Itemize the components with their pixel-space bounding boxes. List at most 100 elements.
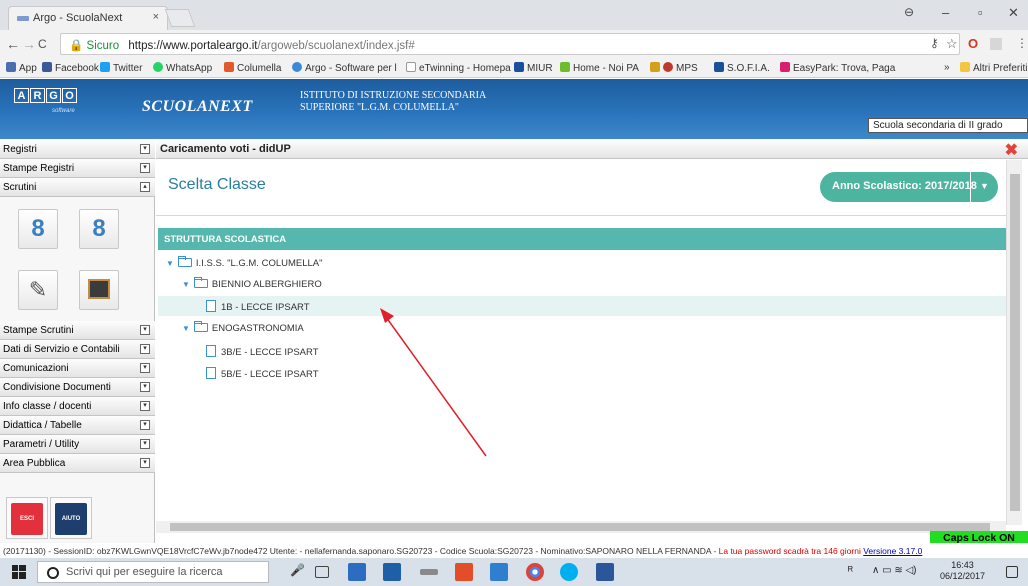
sidebar-item-stampe-scrutini[interactable]: Stampe Scrutini ▾ [0,321,155,340]
word-icon[interactable] [596,563,614,581]
tree-node-enogastronomia[interactable]: ▼ ENOGASTRONOMIA [182,321,304,334]
close-panel-icon[interactable]: ✖ [1005,140,1018,160]
sidebar-item-area-pubblica[interactable]: Area Pubblica ▾ [0,454,155,473]
secure-label: Sicuro [86,40,120,52]
tree-node-class-3be[interactable]: 3B/E - LECCE IPSART [206,345,319,358]
tab-title: Argo - ScuolaNext [33,12,123,24]
bookmark-item[interactable]: Facebook [42,62,99,74]
session-info: (20171130) - SessionID: obz7KWLGwnVQE18V… [3,546,714,556]
aiuto-button[interactable]: AIUTO [55,503,87,535]
grade-8-refresh-icon: 8 [92,215,106,242]
caret-down-icon: ▼ [166,259,174,268]
esci-button[interactable]: ESCI [11,503,43,535]
minimize-button[interactable]: – [942,5,949,20]
tree-node-class-5be[interactable]: 5B/E - LECCE IPSART [206,367,319,380]
people-icon[interactable]: ᴿ [848,565,866,583]
sidebar-item-info-classe[interactable]: Info classe / docenti ▾ [0,397,155,416]
extension-icon[interactable] [990,38,1002,50]
forward-button[interactable]: → [22,36,36,52]
cortana-icon [47,567,59,579]
blackboard-button[interactable] [79,270,119,310]
sofia-icon [714,62,724,72]
sidebar-item-dati-servizio[interactable]: Dati di Servizio e Contabili ▾ [0,340,155,359]
new-tab-button[interactable] [164,9,196,27]
caricamento-voti-button[interactable]: 8 [79,209,119,249]
bookmarks-overflow[interactable]: » [944,62,950,73]
back-button[interactable]: ← [6,36,20,52]
horizontal-scrollbar[interactable] [156,521,1006,533]
microphone-icon[interactable]: 🎤 [290,563,308,581]
expand-icon: ▾ [140,458,150,468]
bookmark-item[interactable]: EasyPark: Trova, Paga [780,62,895,74]
address-bar[interactable]: 🔒 Sicuro https://www.portaleargo.it/argo… [60,33,960,55]
scroll-thumb[interactable] [1010,174,1020,511]
menu-icon[interactable]: ⋮ [1016,36,1028,50]
pencil-icon: ✎ [28,277,48,302]
school-type-select[interactable]: Scuola secondaria di II grado [868,118,1028,133]
blackboard-icon [88,279,110,299]
bookmark-item[interactable]: MIUR [514,62,553,74]
divider [156,215,1006,216]
vertical-scrollbar[interactable] [1006,160,1022,525]
taskbar-app-icon[interactable] [348,563,366,581]
url-host: https://www.portaleargo.it [128,40,258,52]
skype-icon[interactable] [560,563,578,581]
sidebar-item-scrutini[interactable]: Scrutini ▴ [0,178,155,197]
taskbar-app-icon[interactable] [455,563,473,581]
panel-header: Caricamento voti - didUP ✖ [156,140,1028,159]
page-title: Scelta Classe [168,176,266,193]
mps-icon [663,62,673,72]
argo-logo: ARGO software [14,88,80,122]
collapse-icon: ▴ [140,182,150,192]
taskbar-clock[interactable]: 16:43 06/12/2017 [940,560,985,582]
sidebar-item-comunicazioni[interactable]: Comunicazioni ▾ [0,359,155,378]
chrome-icon[interactable] [526,563,544,581]
chevron-down-icon[interactable]: ▼ [970,172,998,202]
sidebar-item-registri[interactable]: Registri ▾ [0,140,155,159]
reload-button[interactable]: C [38,37,47,51]
tab-close-icon[interactable]: × [153,11,159,23]
task-view-icon[interactable] [315,566,329,578]
giudizi-button[interactable]: ✎ [18,270,58,310]
opera-extension-icon[interactable]: O [968,36,978,51]
windows-start-icon[interactable] [12,565,26,579]
notifications-icon[interactable] [1006,566,1018,578]
sidebar-item-condivisione[interactable]: Condivisione Documenti ▾ [0,378,155,397]
bookmark-item[interactable]: Twitter [100,62,142,74]
bookmark-star-icon[interactable]: ☆ [946,36,958,52]
sidebar-item-stampe-registri[interactable]: Stampe Registri ▾ [0,159,155,178]
expand-icon: ▾ [140,325,150,335]
apps-icon [6,62,16,72]
tree-node-biennio[interactable]: ▼ BIENNIO ALBERGHIERO [182,277,322,290]
sidebar-item-parametri[interactable]: Parametri / Utility ▾ [0,435,155,454]
profile-icon[interactable]: ⊖ [904,5,914,19]
key-icon[interactable]: ⚷ [930,36,939,50]
tree-node-root[interactable]: ▼ I.I.S.S. "L.G.M. COLUMELLA" [166,256,323,269]
tree-node-class-1b[interactable]: 1B - LECCE IPSART [206,300,310,313]
scuolanext-logo: SCUOLANEXT [142,98,253,115]
taskbar-app-icon[interactable] [490,563,508,581]
bookmark-item[interactable]: Argo - Software per l [292,62,397,74]
bookmark-item[interactable]: Columella [224,62,281,74]
browser-tab[interactable]: Argo - ScuolaNext × [8,6,168,30]
easypark-icon [780,62,790,72]
bookmark-item[interactable]: App [6,62,37,74]
anno-scolastico-dropdown[interactable]: Anno Scolastico: 2017/2018 ▼ [820,172,998,202]
scroll-thumb[interactable] [170,523,990,531]
sidebar-item-didattica[interactable]: Didattica / Tabelle ▾ [0,416,155,435]
maximize-button[interactable]: ▫ [978,5,983,20]
windows-search-box[interactable]: Scrivi qui per eseguire la ricerca [37,561,269,583]
taskbar-app-icon[interactable] [383,563,401,581]
bookmark-item[interactable]: Home - Noi PA [560,62,639,74]
voti-proposti-button[interactable]: 8 [18,209,58,249]
version-link[interactable]: Versione 3.17.0 [863,546,922,556]
system-tray-icons[interactable]: ∧ ▭ ≋ ◁) [872,565,932,583]
window-close-button[interactable]: ✕ [1008,5,1019,21]
argo-icon [292,62,302,72]
bookmark-item[interactable]: eTwinning - Homepa [406,62,511,74]
bookmark-folder[interactable]: Altri Preferiti [960,62,1027,74]
bookmark-item[interactable]: WhatsApp [153,62,212,74]
bookmark-item[interactable]: MPS [650,62,698,74]
taskbar-pen-icon[interactable] [420,569,438,575]
bookmark-item[interactable]: S.O.F.I.A. [714,62,770,74]
